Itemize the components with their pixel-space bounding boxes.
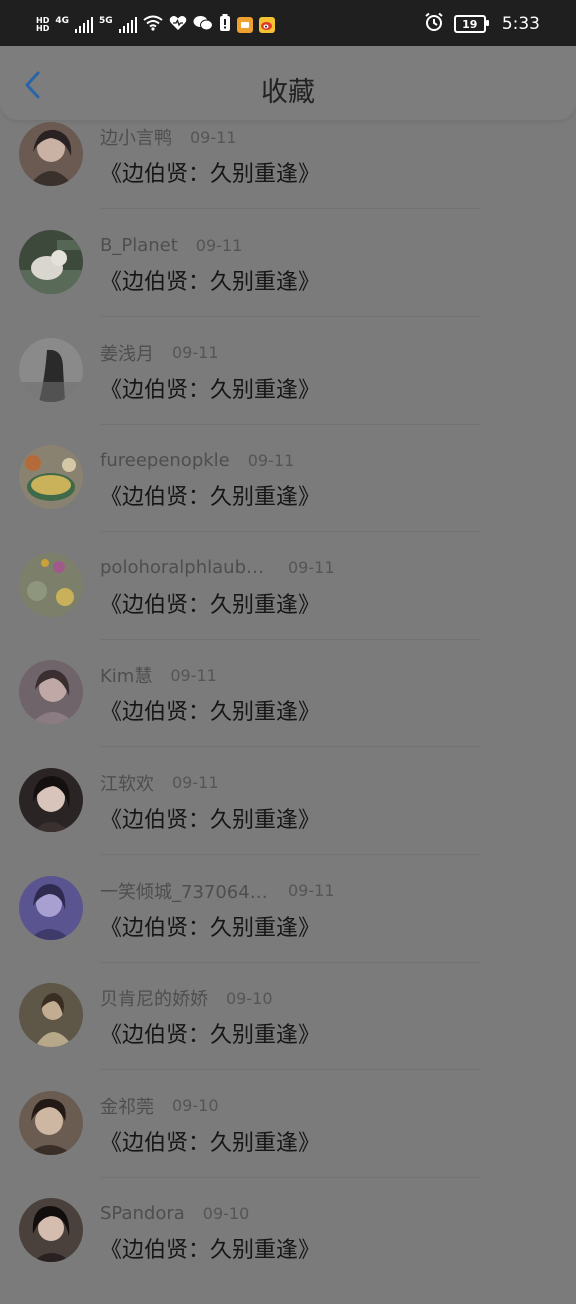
item-meta: fureepenopkle 09-11 (100, 448, 294, 472)
item-meta: 贝肯尼的娇娇 09-10 (100, 985, 273, 1011)
item-date: 09-10 (172, 1096, 219, 1116)
status-left: HD HD 4G 5G (36, 14, 275, 36)
battery-icon: 19 (453, 15, 489, 33)
divider (100, 1069, 480, 1071)
list-item[interactable]: 金祁莞 09-10 《边伯贤：久别重逢》 (0, 1089, 576, 1197)
list-item[interactable]: polohoralphlaubre... 09-11 《边伯贤：久别重逢》 (0, 551, 576, 659)
work-title[interactable]: 《边伯贤：久别重逢》 (100, 1232, 320, 1264)
item-meta: 姜浅月 09-11 (100, 341, 219, 365)
work-title[interactable]: 《边伯贤：久别重逢》 (100, 264, 320, 296)
wechat-icon (193, 15, 213, 35)
alert-icon (219, 14, 231, 36)
user-name[interactable]: 边小言鸭 (100, 124, 172, 150)
divider (100, 531, 480, 533)
item-date: 09-11 (172, 343, 219, 363)
weibo-icon (258, 17, 275, 33)
work-title[interactable]: 《边伯贤：久别重逢》 (100, 587, 320, 619)
avatar[interactable] (19, 1090, 83, 1155)
item-date: 09-11 (172, 773, 219, 793)
item-date: 09-11 (195, 235, 243, 255)
item-date: 09-11 (247, 450, 295, 470)
user-name[interactable]: 贝肯尼的娇娇 (100, 985, 208, 1011)
page-title: 收藏 (261, 77, 315, 108)
list-item[interactable]: 江软欢 09-11 《边伯贤：久别重逢》 (0, 766, 576, 874)
item-meta: 边小言鸭 09-11 (100, 124, 237, 150)
list-item[interactable]: 贝肯尼的娇娇 09-10 《边伯贤：久别重逢》 (0, 981, 576, 1089)
list-item[interactable]: Kim慧 09-11 《边伯贤：久别重逢》 (0, 658, 576, 766)
avatar[interactable] (19, 230, 83, 294)
user-name[interactable]: SPandora (100, 1203, 185, 1224)
item-date: 09-11 (170, 665, 217, 685)
status-bar: HD HD 4G 5G 19 5:33 (0, 0, 576, 46)
work-title[interactable]: 《边伯贤：久别重逢》 (100, 910, 320, 942)
signal-5g-label: 5G (99, 16, 113, 26)
user-name[interactable]: 江软欢 (100, 770, 154, 796)
work-title[interactable]: 《边伯贤：久别重逢》 (100, 1017, 320, 1049)
item-date: 09-10 (202, 1203, 250, 1223)
work-title[interactable]: 《边伯贤：久别重逢》 (100, 802, 320, 834)
divider (100, 961, 480, 963)
avatar[interactable] (19, 552, 83, 617)
alarm-icon (424, 12, 444, 36)
item-date: 09-10 (226, 988, 273, 1008)
user-name[interactable]: 一笑倾城_7370640... (100, 878, 270, 904)
signal-4g-label: 4G (55, 16, 69, 26)
divider (100, 1176, 480, 1178)
avatar[interactable] (19, 337, 83, 402)
divider (100, 423, 480, 425)
item-meta: 江软欢 09-11 (100, 771, 219, 795)
signal-4g-icon (75, 17, 93, 33)
work-title[interactable]: 《边伯贤：久别重逢》 (100, 372, 320, 404)
avatar[interactable] (19, 122, 83, 186)
list-item[interactable]: fureepenopkle 09-11 《边伯贤：久别重逢》 (0, 443, 576, 551)
status-right: 19 5:33 (424, 12, 540, 36)
item-meta: polohoralphlaubre... 09-11 (100, 556, 335, 580)
signal-5g-icon (118, 17, 137, 33)
user-name[interactable]: Kim慧 (100, 662, 152, 688)
header: 收藏 (0, 46, 576, 120)
user-name[interactable]: 姜浅月 (100, 340, 154, 366)
item-date: 09-11 (288, 881, 335, 901)
app-icon (236, 17, 253, 33)
avatar[interactable] (19, 767, 83, 832)
user-name[interactable]: polohoralphlaubre... (100, 557, 270, 578)
work-title[interactable]: 《边伯贤：久别重逢》 (100, 1125, 320, 1157)
user-name[interactable]: B_Planet (100, 235, 178, 256)
item-meta: 一笑倾城_7370640... 09-11 (100, 879, 335, 903)
divider (100, 746, 480, 748)
user-name[interactable]: fureepenopkle (100, 450, 230, 471)
health-icon (169, 15, 187, 35)
item-meta: SPandora 09-10 (100, 1201, 249, 1225)
avatar[interactable] (19, 983, 83, 1048)
list-item[interactable]: B_Planet 09-11 《边伯贤：久别重逢》 (0, 228, 576, 336)
avatar[interactable] (19, 660, 83, 725)
list-item[interactable]: 姜浅月 09-11 《边伯贤：久别重逢》 (0, 336, 576, 444)
clock: 5:33 (501, 14, 540, 34)
item-date: 09-11 (288, 558, 335, 578)
work-title[interactable]: 《边伯贤：久别重逢》 (100, 479, 320, 511)
divider (100, 638, 480, 640)
list-item[interactable]: 一笑倾城_7370640... 09-11 《边伯贤：久别重逢》 (0, 874, 576, 982)
hd-label: HD HD (36, 16, 50, 33)
item-date: 09-11 (190, 127, 237, 147)
list-item[interactable]: SPandora 09-10 《边伯贤：久别重逢》 (0, 1196, 576, 1304)
avatar[interactable] (19, 1198, 83, 1263)
work-title[interactable]: 《边伯贤：久别重逢》 (100, 694, 320, 726)
divider (100, 853, 480, 855)
item-meta: Kim慧 09-11 (100, 662, 217, 688)
avatar[interactable] (19, 875, 83, 940)
avatar[interactable] (19, 445, 83, 510)
user-name[interactable]: 金祁莞 (100, 1093, 154, 1119)
favorites-list: 边小言鸭 09-11 《边伯贤：久别重逢》 B_Planet 09-11 《边伯… (0, 120, 576, 1304)
wifi-icon (143, 15, 163, 35)
work-title[interactable]: 《边伯贤：久别重逢》 (100, 156, 320, 188)
divider (100, 316, 480, 317)
item-meta: 金祁莞 09-10 (100, 1094, 219, 1118)
battery-level: 19 (462, 17, 478, 31)
item-meta: B_Planet 09-11 (100, 233, 242, 257)
list-item[interactable]: 边小言鸭 09-11 《边伯贤：久别重逢》 (0, 120, 576, 228)
divider (100, 208, 480, 209)
